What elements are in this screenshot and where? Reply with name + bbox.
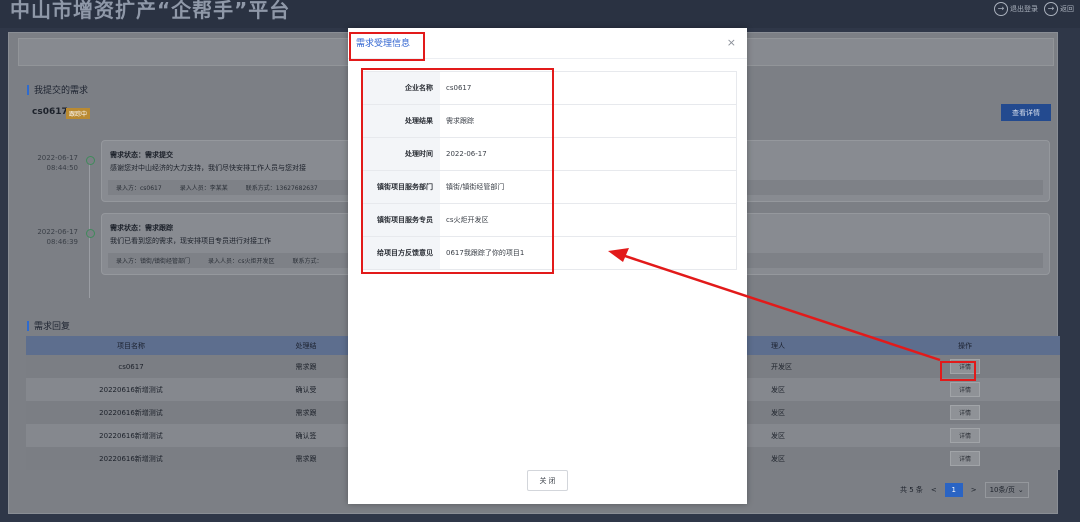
timeline-status: 需求状态：需求提交 [110, 151, 173, 159]
page-size-value: 10条/页 [989, 486, 1015, 494]
info-value: 0617我跟踪了你的项目1 [446, 249, 525, 257]
timeline-desc: 感谢您对中山经济的大力支持，我们尽快安排工作人员与您对接 [110, 164, 306, 172]
cell-result: 需求跟 [295, 362, 317, 371]
info-row: 处理结果 需求跟踪 [363, 105, 736, 138]
header-name: 项目名称 [117, 341, 145, 350]
cell-person: 开发区 [771, 362, 792, 371]
my-demands-title: 我提交的需求 [27, 83, 88, 96]
replies-title-text: 需求回复 [34, 322, 71, 332]
info-row: 企业名称 cs0617 [363, 72, 736, 105]
header-op: 操作 [958, 341, 972, 350]
top-actions: → 退出登录 → 返回 [994, 0, 1074, 18]
info-table: 企业名称 cs0617 处理结果 需求跟踪 处理时间 2022-06-17 镇街… [362, 71, 737, 270]
close-icon[interactable]: × [727, 36, 736, 49]
cell-op: 详情 [935, 451, 995, 466]
info-value: 镇街/镇街经管部门 [446, 183, 505, 191]
back-label: 返回 [1060, 5, 1074, 13]
info-label: 给项目方反馈意见 [363, 237, 440, 269]
info-row: 给项目方反馈意见 0617我跟踪了你的项目1 [363, 237, 736, 269]
info-value: 2022-06-17 [446, 150, 487, 158]
info-row: 镇街项目服务部门 镇街/镇街经管部门 [363, 171, 736, 204]
cell-person: 发区 [771, 385, 785, 394]
timeline-node-icon [86, 229, 95, 238]
page-size-select[interactable]: 10条/页 ⌄ [984, 482, 1029, 498]
timeline-date: 2022-06-17 08:46:39 [32, 227, 78, 247]
cell-op: 详情 [935, 405, 995, 420]
section-marker [27, 320, 29, 331]
info-value: cs0617 [446, 84, 472, 92]
cell-op: 详情 [935, 382, 995, 397]
cell-name: 20220616新增测试 [99, 408, 163, 417]
view-detail-button[interactable]: 查看详情 [1001, 104, 1051, 121]
timeline-date: 2022-06-17 08:44:50 [32, 153, 78, 173]
replies-title: 需求回复 [27, 319, 70, 332]
cell-name: cs0617 [118, 362, 144, 371]
cell-result: 确认签 [295, 431, 317, 440]
row-detail-button[interactable]: 详情 [950, 405, 980, 420]
prev-page-button[interactable]: < [931, 486, 937, 494]
cell-name: 20220616新增测试 [99, 454, 163, 463]
header-person: 理人 [771, 341, 785, 350]
timeline-line [89, 158, 90, 298]
cell-op: 详情 [935, 359, 995, 374]
cell-name: 20220616新增测试 [99, 385, 163, 394]
section-marker [27, 84, 29, 95]
row-detail-button[interactable]: 详情 [950, 428, 980, 443]
info-row: 处理时间 2022-06-17 [363, 138, 736, 171]
cell-result: 确认受 [295, 385, 317, 394]
meta-entry-person: 录入人员：李某某 [179, 185, 228, 192]
timeline-node-icon [86, 156, 95, 165]
chevron-down-icon: ⌄ [1017, 486, 1024, 494]
info-label: 处理结果 [363, 105, 440, 137]
timeline-date-text: 2022-06-17 [37, 154, 78, 162]
meta-contact: 联系方式： [292, 258, 323, 265]
pagination-total: 共 5 条 [900, 486, 923, 494]
meta-contact: 联系方式：13627682637 [245, 185, 318, 192]
app-title: 中山市增资扩产“企帮手”平台 [10, 0, 291, 22]
cell-person: 发区 [771, 408, 785, 417]
info-label: 企业名称 [363, 72, 440, 104]
timeline-date-text: 2022-06-17 [37, 228, 78, 236]
header-result: 处理结 [295, 341, 317, 350]
info-row: 镇街项目服务专员 cs火炬开发区 [363, 204, 736, 237]
info-label: 镇街项目服务部门 [363, 171, 440, 203]
meta-entry-party: 录入方：cs0617 [116, 185, 162, 192]
modal-title: 需求受理信息 [356, 39, 411, 49]
info-label: 处理时间 [363, 138, 440, 170]
demand-name: cs0617 [32, 107, 68, 117]
meta-entry-party: 录入方：镇街/镇街经管部门 [116, 258, 191, 265]
pagination: 共 5 条 < 1 > 10条/页 ⌄ [900, 482, 1029, 498]
demand-info-modal: 需求受理信息 × 企业名称 cs0617 处理结果 需求跟踪 处理时间 2022… [348, 28, 747, 504]
row-detail-button[interactable]: 详情 [950, 451, 980, 466]
my-demands-title-text: 我提交的需求 [34, 86, 89, 96]
meta-entry-person: 录入人员：cs火炬开发区 [208, 258, 275, 265]
back-icon: → [1044, 2, 1058, 16]
info-label: 镇街项目服务专员 [363, 204, 440, 236]
logout-label: 退出登录 [1010, 5, 1038, 13]
next-page-button[interactable]: > [971, 486, 977, 494]
timeline-desc: 我们已看到您的需求，现安排项目专员进行对接工作 [110, 237, 271, 245]
row-detail-button[interactable]: 详情 [950, 359, 980, 374]
cell-result: 需求跟 [295, 408, 317, 417]
timeline-time-text: 08:44:50 [46, 164, 78, 172]
cell-op: 详情 [935, 428, 995, 443]
timeline-time-text: 08:46:39 [46, 238, 78, 246]
page-number-current[interactable]: 1 [944, 483, 963, 497]
logout-button[interactable]: → 退出登录 [994, 2, 1038, 16]
modal-divider [348, 58, 747, 59]
info-value: cs火炬开发区 [446, 216, 489, 224]
close-button[interactable]: 关 闭 [527, 470, 568, 491]
cell-result: 需求跟 [295, 454, 317, 463]
logout-icon: → [994, 2, 1008, 16]
cell-person: 发区 [771, 454, 785, 463]
cell-name: 20220616新增测试 [99, 431, 163, 440]
back-button[interactable]: → 返回 [1044, 2, 1074, 16]
info-value: 需求跟踪 [446, 117, 474, 125]
row-detail-button[interactable]: 详情 [950, 382, 980, 397]
top-bar: 中山市增资扩产“企帮手”平台 → 退出登录 → 返回 [0, 0, 1080, 28]
demand-status-badge: 跟踪中 [66, 108, 91, 119]
cell-person: 发区 [771, 431, 785, 440]
timeline-status: 需求状态：需求跟踪 [110, 224, 173, 232]
